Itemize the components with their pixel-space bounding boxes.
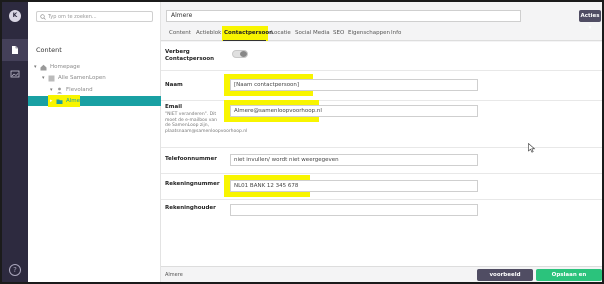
left-rail: K ? (2, 2, 28, 282)
actions-button[interactable]: Acties ▾ (579, 10, 601, 31)
content-tree-panel: Typ om te zoeken... Content ▾ Homepage ▾… (28, 2, 161, 282)
tab-info[interactable]: Info (391, 30, 401, 36)
tab-social-media[interactable]: Social Media (295, 30, 330, 36)
editor-tabs: Content Actieblok Contactpersoon Locatie… (161, 26, 602, 41)
email-label: Email (165, 104, 182, 110)
toggle-knob (240, 51, 247, 57)
tab-eigenschappen[interactable]: Eigenschappen (348, 30, 390, 36)
tree-search-input[interactable]: Typ om te zoeken... (36, 11, 153, 22)
email-description: "NIET veranderen". Dit moet de e-mailbox… (165, 112, 248, 134)
tree-node-label: Homepage (50, 64, 80, 70)
content-section-button[interactable] (2, 39, 28, 61)
breadcrumb[interactable]: Almere (165, 272, 183, 278)
tab-locatie[interactable]: Locatie (271, 30, 291, 36)
contact-name-field[interactable]: [Naam contactpersoon] (230, 79, 478, 91)
tab-content[interactable]: Content (169, 30, 191, 36)
node-name-input[interactable]: Almere (166, 10, 521, 22)
account-number-field[interactable]: NL01 BANK 12 345 678 (230, 180, 478, 192)
phone-label: Telefoonnummer (165, 156, 217, 162)
contactpersoon-form: Verberg Contactpersoon Naam [Naam contac… (161, 42, 602, 266)
tab-actieblok[interactable]: Actieblok (196, 30, 221, 36)
home-icon (40, 64, 47, 70)
search-placeholder: Typ om te zoeken... (48, 14, 97, 20)
tree-node-homepage[interactable]: ▾ Homepage (34, 62, 80, 72)
tree-node-flevoland[interactable]: ▾ Flevoland (50, 85, 93, 95)
email-field[interactable]: Almere@samenloopvoorhoop.nl (230, 105, 478, 117)
document-icon (12, 46, 18, 54)
app-window: K ? Typ om te zoeken... Content ▾ Homepa… (0, 0, 604, 284)
name-label: Naam (165, 82, 183, 88)
phone-field[interactable]: niet invullen/ wordt niet weergegeven (230, 154, 478, 166)
hide-contact-label: Verberg Contactpersoon (165, 49, 215, 62)
tree-node-almere[interactable]: ▸ Almere (28, 95, 161, 107)
editor-main: Almere Acties ▾ Content Actieblok Contac… (161, 2, 602, 282)
mouse-cursor-icon (528, 143, 536, 153)
tree-node-label: Almere (66, 98, 86, 104)
tree-node-alle-samenlopen[interactable]: ▾ Alle SamenLopen (42, 73, 106, 83)
account-holder-field[interactable] (230, 204, 478, 216)
image-icon (10, 70, 20, 78)
user-avatar[interactable]: K (9, 10, 21, 22)
tree-node-label: Flevoland (66, 87, 93, 93)
tab-contactpersoon[interactable]: Contactpersoon (224, 30, 273, 36)
save-and-publish-button[interactable]: Opslaan en publiceren ▴ (536, 269, 602, 281)
divider (161, 199, 602, 200)
tab-seo[interactable]: SEO (333, 30, 344, 36)
search-icon (40, 14, 46, 20)
help-icon[interactable]: ? (9, 264, 21, 276)
person-icon (57, 87, 62, 93)
editor-footer: Almere voorbeeld bekijken Opslaan en pub… (161, 266, 602, 282)
hide-contact-toggle[interactable] (232, 50, 248, 58)
grid-icon (48, 75, 55, 81)
active-tab-indicator (223, 40, 266, 41)
divider (161, 70, 602, 71)
tree-node-label: Alle SamenLopen (58, 75, 106, 81)
preview-button[interactable]: voorbeeld bekijken (477, 269, 533, 281)
folder-icon (56, 99, 63, 104)
account-holder-label: Rekeninghouder (165, 205, 216, 211)
account-number-label: Rekeningnummer (165, 181, 220, 187)
divider (161, 173, 602, 174)
tree-title: Content (36, 46, 62, 54)
media-section-button[interactable] (2, 63, 28, 85)
